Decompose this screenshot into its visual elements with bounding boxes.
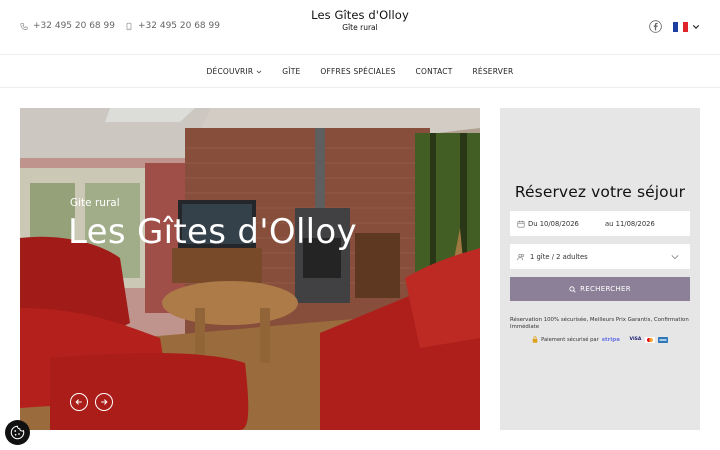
top-bar: +32 495 20 68 99 +32 495 20 68 99 Les Gî… [0, 0, 720, 55]
search-button-label: RECHERCHER [580, 285, 631, 293]
main-nav: DÉCOUVRIR GÎTE OFFRES SPÉCIALES CONTACT … [0, 56, 720, 88]
date-from: Du 10/08/2026 [528, 219, 579, 228]
nav-item-reserver[interactable]: RÉSERVER [463, 67, 524, 76]
search-button[interactable]: RECHERCHER [510, 277, 690, 301]
chevron-down-icon [671, 255, 679, 260]
amex-icon [657, 336, 668, 343]
booking-panel: Réservez votre séjour Du 10/08/2026 au 1… [500, 108, 700, 430]
brand[interactable]: Les Gîtes d'Olloy Gîte rural [0, 8, 720, 32]
lock-icon [532, 336, 538, 343]
mastercard-icon [644, 336, 655, 343]
nav-item-gite[interactable]: GÎTE [272, 67, 310, 76]
hero-title: Les Gîtes d'Olloy [68, 212, 357, 252]
nav-item-label: OFFRES SPÉCIALES [320, 67, 396, 76]
brand-subtitle: Gîte rural [342, 23, 378, 32]
booking-title: Réservez votre séjour [514, 183, 686, 201]
chevron-down-icon [256, 70, 262, 73]
calendar-icon [517, 220, 525, 228]
secure-payment-row: Paiement sécurisé par stripe VISA [500, 336, 700, 343]
hero-kicker: Gite rural [70, 197, 120, 209]
brand-title: Les Gîtes d'Olloy [311, 8, 409, 22]
booking-guarantee-note: Réservation 100% sécurisée, Meilleurs Pr… [510, 317, 689, 330]
nav-item-decouvrir[interactable]: DÉCOUVRIR [197, 67, 273, 76]
date-to: au 11/08/2026 [605, 219, 655, 228]
visa-icon: VISA [629, 337, 642, 342]
search-icon [569, 285, 576, 293]
flag-red-stripe [683, 22, 688, 32]
nav-item-label: DÉCOUVRIR [206, 67, 254, 76]
users-icon [517, 253, 525, 260]
arrow-left-icon [75, 399, 82, 405]
stripe-logo: stripe [601, 336, 620, 343]
facebook-icon[interactable] [649, 20, 662, 33]
cookie-settings-button[interactable] [5, 420, 30, 445]
hero-slider: Gite rural Les Gîtes d'Olloy [20, 108, 480, 430]
slider-prev-button[interactable] [70, 393, 88, 411]
chevron-down-icon[interactable] [692, 23, 700, 31]
guests-select[interactable]: 1 gîte / 2 adultes [510, 244, 690, 269]
nav-item-label: CONTACT [415, 67, 453, 76]
date-range-field[interactable]: Du 10/08/2026 au 11/08/2026 [510, 211, 690, 236]
hero-image [20, 108, 480, 430]
secure-payment-text: Paiement sécurisé par [541, 336, 599, 343]
french-flag-icon[interactable] [673, 22, 688, 32]
guests-value: 1 gîte / 2 adultes [530, 252, 588, 261]
nav-item-label: GÎTE [282, 67, 301, 76]
nav-item-contact[interactable]: CONTACT [406, 67, 463, 76]
nav-item-label: RÉSERVER [472, 67, 514, 76]
nav-item-offres-speciales[interactable]: OFFRES SPÉCIALES [310, 67, 405, 76]
slider-next-button[interactable] [95, 393, 113, 411]
cookie-icon [10, 425, 25, 440]
arrow-right-icon [101, 399, 108, 405]
